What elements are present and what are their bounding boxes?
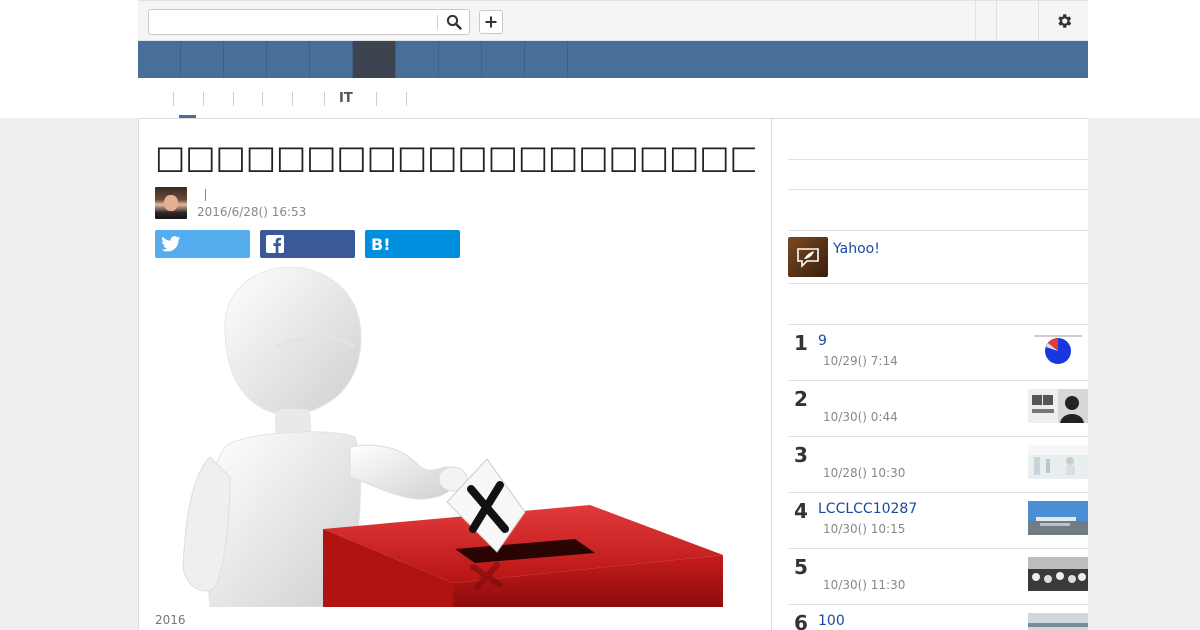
sub-tabs: IT	[138, 78, 1088, 118]
yahoo-link[interactable]: Yahoo!	[833, 241, 880, 257]
author-avatar[interactable]	[155, 187, 187, 219]
rank-time: 10/28() 10:30	[823, 466, 906, 480]
rank-number: 4	[794, 499, 808, 523]
plus-icon	[485, 16, 497, 28]
rank-thumbnail[interactable]	[1028, 501, 1088, 535]
nav-item-8[interactable]	[439, 41, 482, 78]
add-button[interactable]	[479, 10, 503, 34]
top-toolbar	[138, 0, 1088, 41]
ranking-item[interactable]: 4 LCCLCC10287 10/30() 10:15	[788, 492, 1088, 548]
ranking-item[interactable]: 5 10/30() 11:30	[788, 548, 1088, 604]
rank-number: 3	[794, 443, 808, 467]
search-icon	[446, 14, 462, 30]
nav-item-2[interactable]	[181, 41, 224, 78]
sidebar-divider	[788, 189, 1088, 190]
subtab-4[interactable]	[262, 92, 277, 106]
ranking-item[interactable]: 1 9 10/29() 7:14	[788, 324, 1088, 380]
twitter-icon	[161, 236, 181, 252]
rank-time: 10/30() 10:15	[823, 522, 906, 536]
twitter-share-button[interactable]	[155, 230, 250, 258]
author-divider	[205, 189, 206, 201]
nav-item-10[interactable]	[525, 41, 568, 78]
rank-time: 10/30() 0:44	[823, 410, 898, 424]
subtab-1[interactable]	[173, 92, 188, 106]
rank-thumbnail[interactable]	[1028, 333, 1088, 367]
article-hero-image	[155, 267, 755, 607]
rank-title[interactable]: 9	[818, 333, 827, 349]
header-link-2[interactable]	[996, 1, 1038, 40]
sidebar-divider	[788, 159, 1088, 160]
rank-title[interactable]: 100	[818, 613, 845, 629]
rank-number: 6	[794, 611, 808, 630]
settings-button[interactable]	[1038, 1, 1088, 40]
ranking-item[interactable]: 2 10/30() 0:44	[788, 380, 1088, 436]
feather-icon	[788, 237, 828, 277]
nav-item-9[interactable]	[482, 41, 525, 78]
subtab-7[interactable]	[376, 92, 391, 106]
subtab-it[interactable]: IT	[324, 92, 353, 106]
header-link-1[interactable]	[975, 1, 996, 40]
sidebar: Yahoo! 1 9 10/29() 7:14 2 10/30() 0:44 3…	[772, 118, 1088, 630]
rank-thumbnail[interactable]	[1028, 389, 1088, 423]
search-divider	[437, 15, 438, 29]
rank-thumbnail[interactable]	[1028, 557, 1088, 591]
nav-item-4[interactable]	[267, 41, 310, 78]
rank-title[interactable]: LCCLCC10287	[818, 501, 917, 517]
nav-item-5[interactable]	[310, 41, 353, 78]
subtab-3[interactable]	[233, 92, 248, 106]
nav-item-7[interactable]	[396, 41, 439, 78]
category-nav	[138, 41, 1088, 78]
gear-icon	[1057, 13, 1071, 28]
rank-thumbnail[interactable]	[1028, 613, 1088, 630]
rank-number: 5	[794, 555, 808, 579]
yahoo-promo[interactable]: Yahoo!	[788, 237, 1088, 285]
subtab-2[interactable]	[203, 92, 218, 106]
article-date: 2016/6/28() 16:53	[197, 205, 307, 219]
rank-time: 10/29() 7:14	[823, 354, 898, 368]
facebook-icon	[266, 235, 284, 253]
ranking-item[interactable]: 3 10/28() 10:30	[788, 436, 1088, 492]
rank-number: 2	[794, 387, 808, 411]
article-title: □□□□□□□□□□□□□□□□□□□□□□□□□	[155, 138, 755, 176]
search-button[interactable]	[443, 12, 465, 32]
search-box	[148, 9, 470, 35]
nav-item-1[interactable]	[138, 41, 181, 78]
rank-time: 10/30() 11:30	[823, 578, 906, 592]
ranking-item[interactable]: 6 100	[788, 604, 1088, 630]
facebook-share-button[interactable]	[260, 230, 355, 258]
nav-item-3[interactable]	[224, 41, 267, 78]
search-input[interactable]	[153, 12, 435, 32]
sidebar-divider	[788, 283, 1088, 284]
rank-number: 1	[794, 331, 808, 355]
hatena-bookmark-icon: B!	[371, 234, 391, 254]
nav-item-active[interactable]	[353, 41, 396, 78]
article-main: □□□□□□□□□□□□□□□□□□□□□□□□□ 2016/6/28() 16…	[138, 118, 772, 630]
subtab-end	[406, 92, 421, 106]
sidebar-divider	[788, 230, 1088, 231]
hatena-share-button[interactable]: B!	[365, 230, 460, 258]
voting-illustration	[182, 267, 723, 607]
avatar-face	[164, 195, 178, 211]
image-caption: 2016	[155, 613, 186, 627]
rank-thumbnail[interactable]	[1028, 445, 1088, 479]
subtab-5[interactable]	[292, 92, 307, 106]
